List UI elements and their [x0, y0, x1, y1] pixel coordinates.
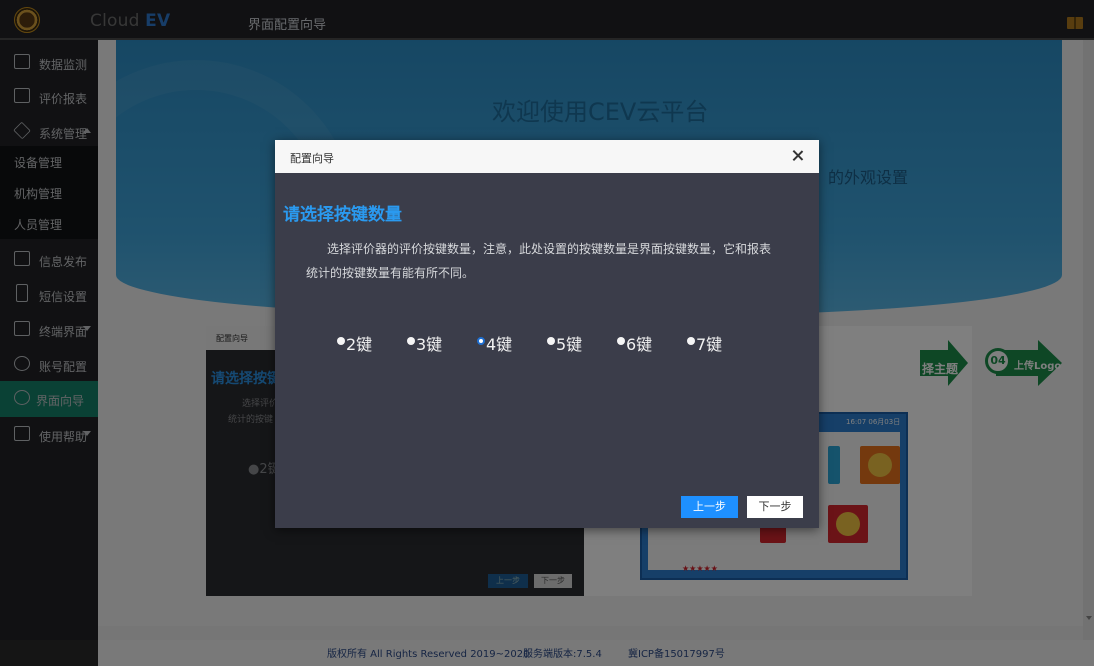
next-step-button[interactable]: 下一步 — [747, 496, 803, 518]
dialog-title: 配置向导 — [290, 152, 334, 165]
close-icon[interactable] — [788, 146, 808, 166]
dialog-description: 统计的按键数量有能有所不同。 — [306, 266, 475, 280]
option-label: 5键 — [556, 335, 583, 354]
dialog-heading: 请选择按键数量 — [283, 205, 402, 225]
previous-step-button[interactable]: 上一步 — [681, 496, 738, 518]
option-label: 2键 — [346, 335, 373, 354]
option-label: 6键 — [626, 335, 653, 354]
dialog-header: 配置向导 — [275, 140, 819, 173]
option-label: 7键 — [696, 335, 723, 354]
radio-button[interactable] — [337, 337, 345, 345]
option-label: 3键 — [416, 335, 443, 354]
radio-button[interactable] — [407, 337, 415, 345]
radio-button[interactable] — [617, 337, 625, 345]
config-wizard-dialog: 配置向导 请选择按键数量 选择评价器的评价按键数量，注意，此处设置的按键数量是界… — [275, 140, 819, 528]
radio-button-selected[interactable] — [477, 337, 485, 345]
radio-button[interactable] — [547, 337, 555, 345]
dialog-description: 选择评价器的评价按键数量，注意，此处设置的按键数量是界面按键数量，它和报表 — [327, 242, 772, 256]
option-label: 4键 — [486, 335, 513, 354]
radio-button[interactable] — [687, 337, 695, 345]
